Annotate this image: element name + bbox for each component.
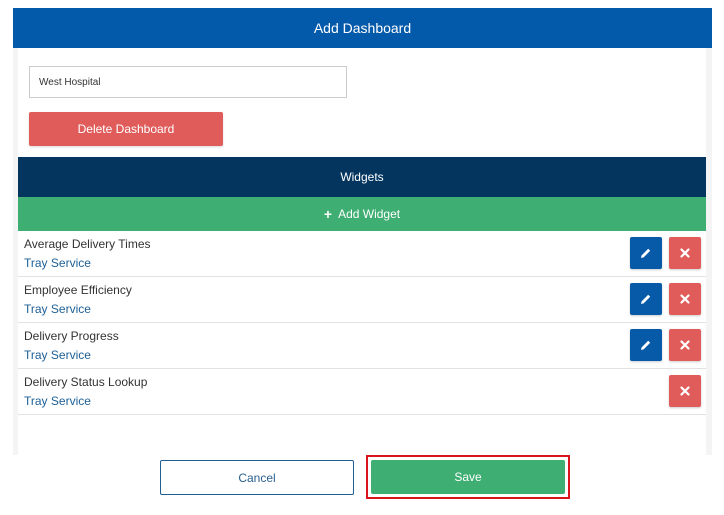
dialog-body: Delete Dashboard Widgets + Add Widget Av…: [18, 48, 706, 455]
close-icon: [680, 294, 690, 304]
remove-widget-button[interactable]: [669, 283, 701, 315]
edit-widget-button[interactable]: [630, 329, 662, 361]
dialog-title: Add Dashboard: [313, 20, 412, 36]
save-label: Save: [454, 470, 482, 484]
widget-type: Tray Service: [24, 348, 91, 362]
add-widget-button[interactable]: + Add Widget: [18, 197, 706, 231]
remove-widget-button[interactable]: [669, 329, 701, 361]
remove-widget-button[interactable]: [669, 237, 701, 269]
plus-icon: +: [323, 206, 333, 222]
widget-type: Tray Service: [24, 394, 91, 408]
dashboard-name-input[interactable]: [29, 66, 347, 98]
add-widget-label: Add Widget: [338, 207, 401, 221]
pencil-icon: [641, 248, 651, 258]
widget-row: Delivery Status Lookup Tray Service: [18, 369, 706, 415]
widget-row: Delivery Progress Tray Service: [18, 323, 706, 369]
widget-row: Employee Efficiency Tray Service: [18, 277, 706, 323]
pencil-icon: [641, 340, 651, 350]
dialog-header: Add Dashboard: [13, 8, 712, 48]
cancel-label: Cancel: [238, 470, 276, 485]
widgets-section-header: Widgets: [18, 157, 706, 197]
close-icon: [680, 386, 690, 396]
widget-list: Average Delivery Times Tray Service Empl…: [18, 231, 706, 415]
cancel-button[interactable]: Cancel: [160, 460, 354, 495]
close-icon: [680, 248, 690, 258]
delete-dashboard-label: Delete Dashboard: [77, 122, 175, 136]
edit-widget-button[interactable]: [630, 237, 662, 269]
add-dashboard-dialog: Add Dashboard Delete Dashboard Widgets +…: [13, 8, 712, 455]
edit-widget-button[interactable]: [630, 283, 662, 315]
save-button[interactable]: Save: [371, 460, 565, 494]
widget-name: Delivery Progress: [24, 329, 119, 343]
delete-dashboard-button[interactable]: Delete Dashboard: [29, 112, 223, 146]
widget-row: Average Delivery Times Tray Service: [18, 231, 706, 277]
widget-type: Tray Service: [24, 302, 91, 316]
widget-name: Delivery Status Lookup: [24, 375, 148, 389]
remove-widget-button[interactable]: [669, 375, 701, 407]
widget-name: Average Delivery Times: [24, 237, 151, 251]
pencil-icon: [641, 294, 651, 304]
widget-name: Employee Efficiency: [24, 283, 132, 297]
close-icon: [680, 340, 690, 350]
widget-type: Tray Service: [24, 256, 91, 270]
widgets-title: Widgets: [340, 170, 384, 184]
